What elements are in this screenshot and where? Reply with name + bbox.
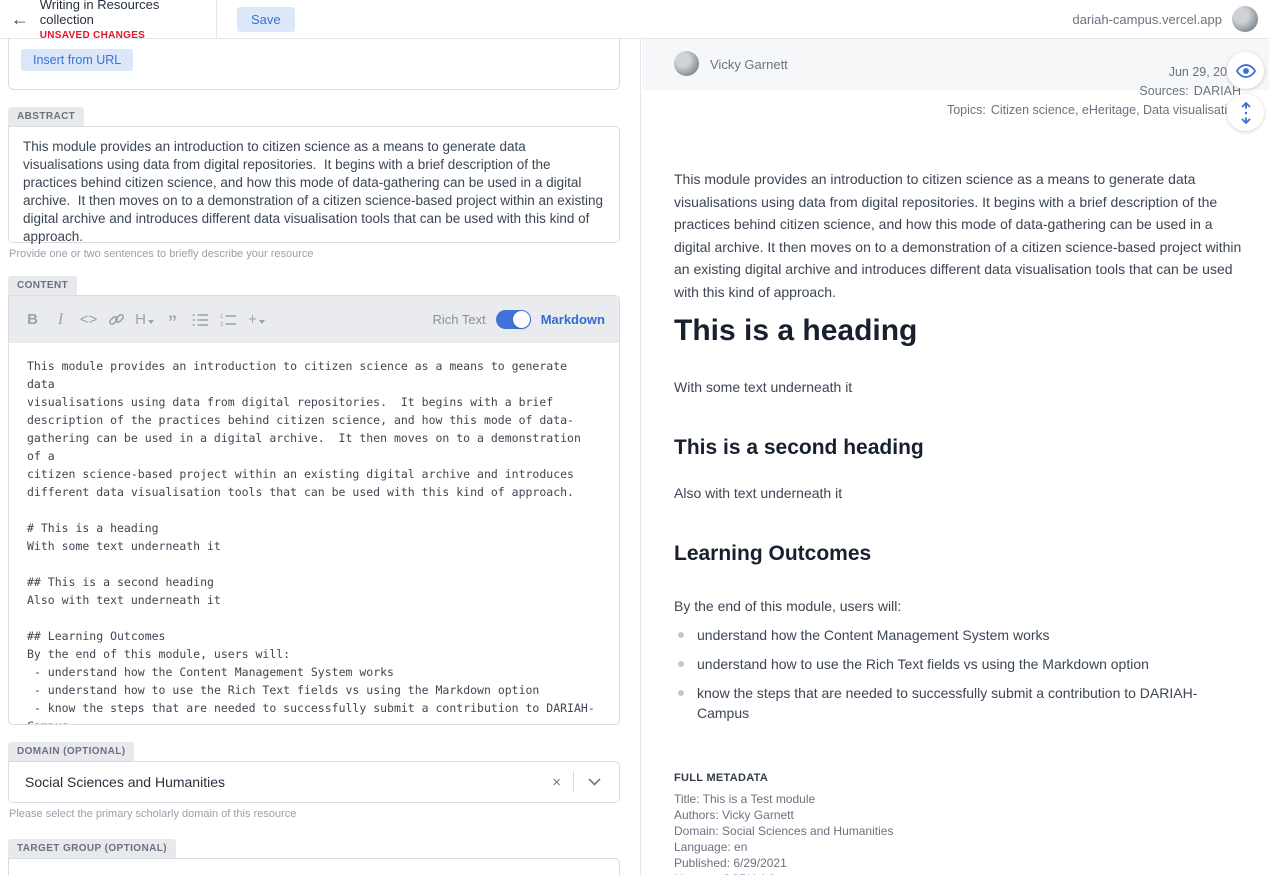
cms-editor-window: ← Writing in Resources collection UNSAVE… — [0, 0, 1269, 875]
list-item: understand how the Content Management Sy… — [674, 625, 1246, 645]
svg-text:1: 1 — [220, 314, 224, 320]
domain-select[interactable]: Social Sciences and Humanities × — [8, 761, 620, 803]
italic-icon[interactable]: I — [51, 308, 70, 332]
chevron-down-icon[interactable] — [574, 778, 607, 786]
metadata-rows: Title: This is a Test module Authors: Vi… — [674, 791, 1246, 875]
content-field-group: CONTENT B I <> H ” — [8, 275, 620, 725]
domain-help-text: Please select the primary scholarly doma… — [9, 808, 620, 820]
full-metadata-heading: FULL METADATA — [674, 772, 1246, 784]
preview-meta: Jun 29, 2021 Sources: DARIAH Topics: Citiz… — [947, 63, 1241, 120]
preview-paragraph-1: With some text underneath it — [674, 376, 1246, 399]
rich-text-toolbar: B I <> H ” — [9, 296, 619, 343]
domain-field-group: DOMAIN (OPTIONAL) Social Sciences and Hu… — [8, 741, 620, 820]
toggle-preview-button[interactable] — [1227, 52, 1264, 89]
eye-icon — [1235, 60, 1257, 82]
save-button[interactable]: Save — [237, 7, 295, 32]
abstract-help-text: Provide one or two sentences to briefly … — [9, 248, 620, 260]
preview-paragraph-3: By the end of this module, users will: — [674, 595, 1246, 618]
toggle-knob — [513, 311, 530, 328]
sources-line: Sources: DARIAH — [947, 82, 1241, 101]
scroll-sync-button[interactable] — [1227, 94, 1264, 131]
add-block-icon[interactable]: + — [247, 308, 266, 332]
site-name: dariah-campus.vercel.app — [1072, 12, 1222, 27]
domain-selected-value: Social Sciences and Humanities — [25, 774, 540, 790]
document-title-block: Writing in Resources collection UNSAVED … — [40, 0, 216, 41]
content-field-label: CONTENT — [8, 276, 77, 295]
page-title: Writing in Resources collection — [40, 0, 216, 28]
bullet-dot — [678, 661, 684, 667]
metadata-row: Published: 6/29/2021 — [674, 855, 1246, 871]
markdown-toggle[interactable] — [496, 310, 531, 329]
rich-text-label: Rich Text — [432, 312, 485, 327]
abstract-textarea[interactable]: This module provides an introduction to … — [8, 126, 620, 243]
bullet-dot — [678, 632, 684, 638]
svg-text:2: 2 — [220, 322, 224, 327]
clear-selection-icon[interactable]: × — [540, 774, 573, 791]
author-avatar — [674, 51, 699, 76]
full-metadata-section: FULL METADATA Title: This is a Test modu… — [674, 772, 1246, 875]
featured-image-field: Insert from URL — [8, 39, 620, 90]
top-bar: ← Writing in Resources collection UNSAVE… — [0, 0, 1269, 39]
editor-mode-switch: Rich Text Markdown — [432, 310, 605, 329]
topics-value[interactable]: Citizen science, eHeritage, Data visuali… — [991, 103, 1241, 117]
insert-from-url-button[interactable]: Insert from URL — [21, 49, 133, 71]
preview-paragraph-2: Also with text underneath it — [674, 482, 1246, 505]
link-icon[interactable] — [107, 308, 126, 332]
learning-outcomes-list: understand how the Content Management Sy… — [674, 625, 1246, 723]
sources-label: Sources: — [1139, 84, 1188, 98]
content-editor: B I <> H ” — [8, 295, 620, 725]
preview-intro-paragraph: This module provides an introduction to … — [674, 168, 1246, 303]
bullet-dot — [678, 690, 684, 696]
domain-field-label: DOMAIN (OPTIONAL) — [8, 742, 134, 761]
topics-line: Topics: Citizen science, eHeritage, Data … — [947, 101, 1241, 120]
back-arrow-icon[interactable]: ← — [0, 0, 40, 39]
unsaved-changes-badge: UNSAVED CHANGES — [40, 30, 216, 42]
up-down-arrows-icon — [1236, 101, 1256, 125]
sources-value[interactable]: DARIAH — [1194, 84, 1241, 98]
abstract-field-group: ABSTRACT This module provides an introdu… — [8, 106, 620, 260]
target-group-field-group: TARGET GROUP (OPTIONAL) — [8, 838, 620, 875]
preview-document: This module provides an introduction to … — [674, 168, 1246, 875]
preview-heading-2: This is a second heading — [674, 436, 1246, 460]
code-icon[interactable]: <> — [79, 308, 98, 332]
preview-panel: Vicky Garnett Jun 29, 2021 Sources: DARIA… — [642, 39, 1269, 875]
list-item: know the steps that are needed to succes… — [674, 683, 1246, 723]
topbar-title-section: ← Writing in Resources collection UNSAVE… — [0, 0, 217, 39]
blockquote-icon[interactable]: ” — [163, 308, 182, 332]
markdown-textarea[interactable]: This module provides an introduction to … — [9, 343, 619, 725]
metadata-row: Licence: CCBY 4.0 — [674, 871, 1246, 875]
abstract-field-label: ABSTRACT — [8, 107, 84, 126]
bold-icon[interactable]: B — [23, 308, 42, 332]
metadata-row: Title: This is a Test module — [674, 791, 1246, 807]
preview-heading-1: This is a heading — [674, 314, 1246, 347]
topics-label: Topics: — [947, 103, 986, 117]
publish-date: Jun 29, 2021 — [947, 63, 1241, 82]
user-avatar[interactable] — [1232, 6, 1258, 32]
list-item: understand how to use the Rich Text fiel… — [674, 654, 1246, 674]
numbered-list-icon[interactable]: 1 2 — [219, 308, 238, 332]
metadata-row: Language: en — [674, 839, 1246, 855]
target-group-select[interactable] — [8, 858, 620, 875]
metadata-row: Domain: Social Sciences and Humanities — [674, 823, 1246, 839]
metadata-row: Authors: Vicky Garnett — [674, 807, 1246, 823]
bulleted-list-icon[interactable] — [191, 308, 210, 332]
target-group-field-label: TARGET GROUP (OPTIONAL) — [8, 839, 176, 858]
heading-icon[interactable]: H — [135, 308, 154, 332]
author-name: Vicky Garnett — [710, 57, 788, 72]
editor-panel: Insert from URL ABSTRACT This module pro… — [0, 39, 641, 875]
preview-heading-3: Learning Outcomes — [674, 542, 1246, 566]
markdown-label: Markdown — [541, 312, 605, 327]
